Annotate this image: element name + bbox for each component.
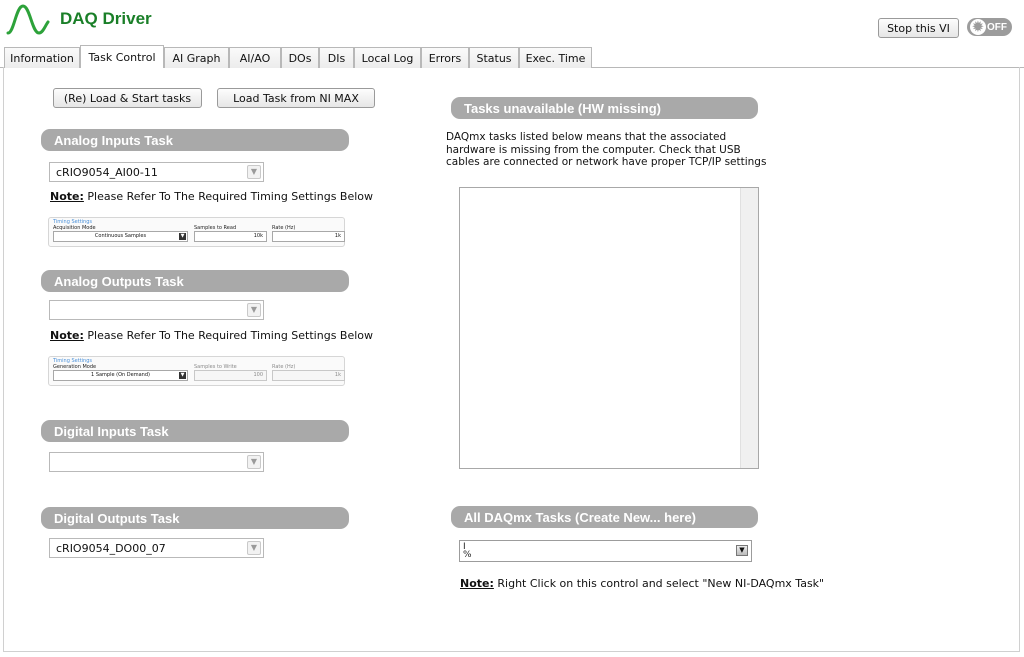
tab-dos[interactable]: DOs bbox=[281, 47, 319, 68]
analog-inputs-task-select[interactable]: cRIO9054_AI00-11 ▼ bbox=[49, 162, 264, 182]
samples-to-write-field: 100 bbox=[194, 370, 267, 381]
tab-ai-graph[interactable]: AI Graph bbox=[164, 47, 229, 68]
generation-mode-select[interactable]: 1 Sample (On Demand) ▼ bbox=[53, 370, 188, 381]
generation-mode-value: 1 Sample (On Demand) bbox=[91, 372, 150, 378]
tab-errors[interactable]: Errors bbox=[421, 47, 469, 68]
chevron-down-icon[interactable]: ▼ bbox=[247, 303, 261, 317]
samples-to-read-field[interactable]: 10k bbox=[194, 231, 267, 242]
note-text: Right Click on this control and select "… bbox=[497, 577, 825, 590]
acquisition-mode-value: Continuous Samples bbox=[94, 233, 147, 239]
chevron-down-icon[interactable]: ▼ bbox=[179, 233, 186, 240]
digital-outputs-task-value: cRIO9054_DO00_07 bbox=[56, 542, 166, 555]
chevron-down-icon[interactable]: ▼ bbox=[247, 455, 261, 469]
note-prefix: Note: bbox=[460, 577, 494, 590]
tab-ai-ao[interactable]: AI/AO bbox=[229, 47, 281, 68]
note-prefix: Note: bbox=[50, 190, 84, 203]
tab-information[interactable]: Information bbox=[4, 47, 80, 68]
note-text: Please Refer To The Required Timing Sett… bbox=[87, 190, 374, 203]
all-daqmx-tasks-header: All DAQmx Tasks (Create New... here) bbox=[451, 506, 758, 528]
digital-outputs-task-select[interactable]: cRIO9054_DO00_07 ▼ bbox=[49, 538, 264, 558]
digital-inputs-header: Digital Inputs Task bbox=[41, 420, 349, 442]
io-name-icon: I% bbox=[463, 542, 472, 560]
digital-inputs-task-select[interactable]: ▼ bbox=[49, 452, 264, 472]
chevron-down-icon[interactable]: ▼ bbox=[247, 541, 261, 555]
power-toggle-label: OFF bbox=[987, 21, 1007, 33]
gear-icon: ✹ bbox=[970, 19, 986, 35]
note-prefix: Note: bbox=[50, 329, 84, 342]
daqmx-task-name-control[interactable]: I% ▼ bbox=[459, 540, 752, 562]
tab-dis[interactable]: DIs bbox=[319, 47, 354, 68]
tasks-unavailable-list[interactable] bbox=[459, 187, 759, 469]
tab-bar: Information Task Control AI Graph AI/AO … bbox=[0, 45, 1024, 68]
chevron-down-icon[interactable]: ▼ bbox=[247, 165, 261, 179]
chevron-down-icon[interactable]: ▼ bbox=[179, 372, 186, 379]
list-scrollbar[interactable] bbox=[740, 188, 758, 468]
analog-outputs-note: Note: Please Refer To The Required Timin… bbox=[50, 329, 373, 342]
app-title: DAQ Driver bbox=[60, 9, 152, 28]
analog-inputs-note: Note: Please Refer To The Required Timin… bbox=[50, 190, 373, 203]
chevron-down-icon[interactable]: ▼ bbox=[736, 545, 748, 556]
rate-field: 1k bbox=[272, 370, 345, 381]
power-toggle[interactable]: ✹ OFF bbox=[967, 18, 1012, 36]
tab-local-log[interactable]: Local Log bbox=[354, 47, 421, 68]
analog-inputs-header: Analog Inputs Task bbox=[41, 129, 349, 151]
waveform-logo-icon bbox=[6, 4, 50, 35]
tab-exec-time[interactable]: Exec. Time bbox=[519, 47, 592, 68]
tasks-unavailable-header: Tasks unavailable (HW missing) bbox=[451, 97, 758, 119]
load-start-tasks-button[interactable]: (Re) Load & Start tasks bbox=[53, 88, 202, 108]
acquisition-mode-select[interactable]: Continuous Samples ▼ bbox=[53, 231, 188, 242]
ao-timing-settings: Timing Settings Generation Mode 1 Sample… bbox=[48, 356, 345, 386]
tab-task-control[interactable]: Task Control bbox=[80, 45, 164, 68]
load-task-nimax-button[interactable]: Load Task from NI MAX bbox=[217, 88, 375, 108]
tab-status[interactable]: Status bbox=[469, 47, 519, 68]
tasks-unavailable-description: DAQmx tasks listed below means that the … bbox=[446, 131, 767, 168]
note-text: Please Refer To The Required Timing Sett… bbox=[87, 329, 374, 342]
all-tasks-note: Note: Right Click on this control and se… bbox=[460, 577, 824, 590]
rate-field[interactable]: 1k bbox=[272, 231, 345, 242]
analog-inputs-task-value: cRIO9054_AI00-11 bbox=[56, 166, 158, 179]
analog-outputs-header: Analog Outputs Task bbox=[41, 270, 349, 292]
stop-vi-button[interactable]: Stop this VI bbox=[878, 18, 959, 38]
ai-timing-settings: Timing Settings Acquisition Mode Continu… bbox=[48, 217, 345, 247]
digital-outputs-header: Digital Outputs Task bbox=[41, 507, 349, 529]
analog-outputs-task-select[interactable]: ▼ bbox=[49, 300, 264, 320]
